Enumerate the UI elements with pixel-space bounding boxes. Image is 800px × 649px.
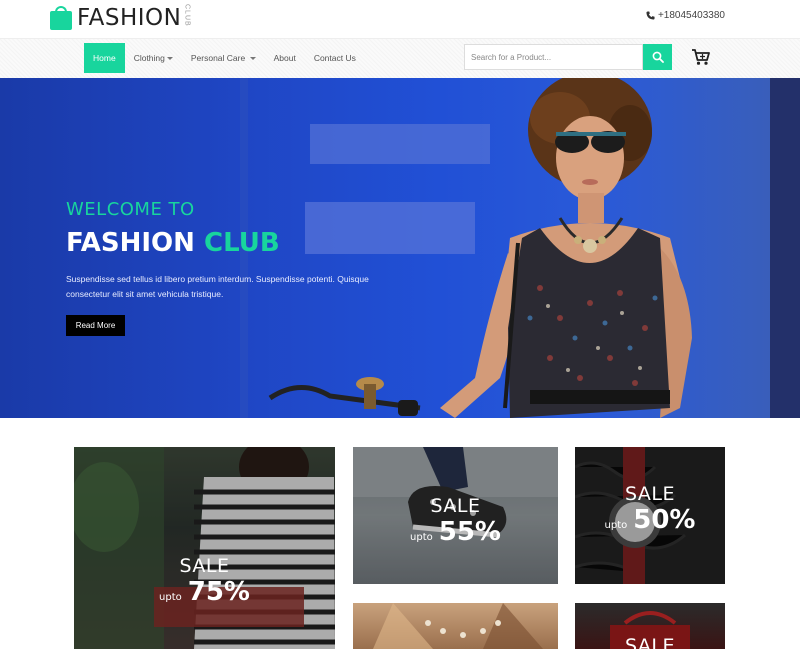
shopping-bag-icon — [50, 6, 72, 30]
search-icon — [652, 51, 664, 63]
search-button[interactable] — [643, 44, 672, 70]
promo-label: SALE — [575, 635, 725, 649]
hero-model-image — [268, 78, 692, 418]
hero-title-main: FASHION — [66, 228, 195, 258]
nav-item-personal-care[interactable]: Personal Care — [182, 43, 265, 73]
nav-item-home[interactable]: Home — [84, 43, 125, 73]
promo-label: SALE upto 75% — [74, 555, 335, 607]
nav-item-label: Personal Care — [190, 53, 246, 63]
promo-tile[interactable] — [353, 603, 558, 649]
search-bar — [464, 44, 672, 70]
upto-text: upto — [604, 520, 628, 531]
hero-title: FASHION CLUB — [66, 228, 280, 258]
top-bar: FASHION CLUB +18045403380 — [0, 0, 800, 38]
hero-title-accent: CLUB — [203, 228, 280, 258]
discount-percent: 55% — [438, 517, 501, 547]
nav-item-clothing[interactable]: Clothing — [125, 43, 182, 73]
sale-text: SALE — [624, 635, 675, 649]
nav-item-label: Contact Us — [313, 53, 356, 63]
promo-tile[interactable]: SALE — [575, 603, 725, 649]
search-input[interactable] — [464, 44, 643, 70]
promo-label: SALE upto 55% — [353, 495, 558, 547]
discount-percent: 50% — [633, 505, 696, 535]
phone-number: +18045403380 — [657, 10, 725, 21]
cart-icon — [692, 49, 710, 65]
nav-item-label: About — [273, 53, 296, 63]
promo-image — [74, 447, 335, 649]
read-more-button[interactable]: Read More — [66, 315, 125, 336]
phone-icon — [646, 11, 655, 20]
hero-description: Suspendisse sed tellus id libero pretium… — [66, 274, 369, 299]
hero-banner: WELCOME TO FASHION CLUB Suspendisse sed … — [0, 78, 800, 418]
promo-tile[interactable]: SALE upto 75% — [74, 447, 335, 649]
upto-text: upto — [159, 592, 182, 603]
phone-contact: +18045403380 — [646, 10, 725, 21]
nav-item-label: Home — [93, 53, 116, 63]
brand-sub: CLUB — [183, 4, 191, 27]
sale-text: SALE — [179, 555, 230, 577]
hero-welcome: WELCOME TO — [66, 199, 195, 220]
promo-image — [373, 603, 543, 649]
caret-down-icon — [166, 57, 173, 61]
sale-text: SALE — [624, 483, 675, 505]
nav-item-about[interactable]: About — [265, 43, 305, 73]
nav-bar: Home Clothing Personal Care About Contac… — [0, 38, 800, 78]
nav-item-contact[interactable]: Contact Us — [305, 43, 365, 73]
promo-label: SALE upto 50% — [575, 483, 725, 535]
main-nav: Home Clothing Personal Care About Contac… — [84, 43, 365, 73]
upto-text: upto — [410, 532, 433, 543]
discount-percent: 75% — [187, 577, 250, 607]
promo-tile[interactable]: SALE upto 50% — [575, 447, 725, 584]
cart-button[interactable] — [691, 48, 711, 66]
brand-name: FASHION — [77, 5, 182, 31]
sale-text: SALE — [430, 495, 481, 517]
nav-item-label: Clothing — [133, 53, 165, 63]
promo-tile[interactable]: SALE upto 55% — [353, 447, 558, 584]
logo[interactable]: FASHION CLUB — [50, 4, 190, 32]
caret-down-icon — [249, 57, 256, 61]
